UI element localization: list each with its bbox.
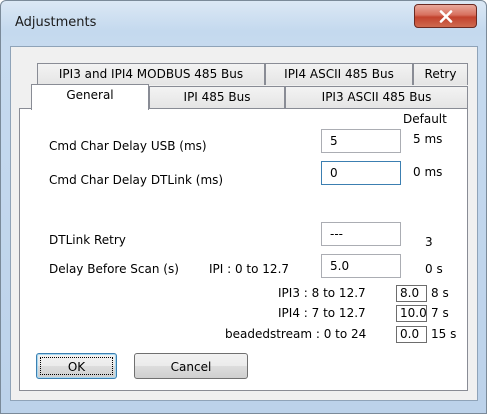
tab-retry[interactable]: Retry <box>413 63 468 85</box>
ipi4-delay-input[interactable]: 10.0 <box>396 305 427 322</box>
dtlink-retry-label: DTLink Retry <box>49 233 126 247</box>
focus-rectangle <box>40 357 113 375</box>
close-icon <box>439 10 453 23</box>
window-title: Adjustments <box>15 15 97 30</box>
cancel-button[interactable]: Cancel <box>134 353 248 379</box>
beadedstream-delay-input[interactable]: 0.0 <box>396 326 427 343</box>
tab-ipi4-ascii-485-bus[interactable]: IPI4 ASCII 485 Bus <box>265 63 413 85</box>
cmd-char-delay-usb-input[interactable]: 5 <box>321 129 401 153</box>
delay-before-scan-ipi-input[interactable]: 5.0 <box>321 254 401 278</box>
delay-before-scan-ipi-default: 0 s <box>425 262 443 276</box>
dtlink-retry-default: 3 <box>425 235 433 249</box>
delay-before-scan-label: Delay Before Scan (s) <box>49 262 179 276</box>
tab-ipi-485-bus[interactable]: IPI 485 Bus <box>149 86 285 108</box>
close-button[interactable] <box>414 4 477 28</box>
delay-before-scan-ipi-range: IPI : 0 to 12.7 <box>209 262 290 276</box>
tab-ipi3-ascii-485-bus[interactable]: IPI3 ASCII 485 Bus <box>285 86 468 108</box>
ok-button[interactable]: OK <box>36 353 117 379</box>
ipi3-range-label: IPI3 : 8 to 12.7 <box>278 286 366 300</box>
ipi4-range-label: IPI4 : 7 to 12.7 <box>278 306 366 320</box>
cmd-char-delay-dtlink-default: 0 ms <box>413 165 443 179</box>
adjustments-dialog: Adjustments IPI3 and IPI4 MODBUS 485 Bus… <box>0 0 487 414</box>
cmd-char-delay-dtlink-label: Cmd Char Delay DTLink (ms) <box>49 173 224 187</box>
cmd-char-delay-usb-default: 5 ms <box>413 132 443 146</box>
beadedstream-range-label: beadedstream : 0 to 24 <box>225 327 367 341</box>
ipi3-delay-input[interactable]: 8.0 <box>396 285 427 302</box>
general-tab-panel: Default Cmd Char Delay USB (ms) 5 5 ms C… <box>19 108 468 391</box>
tab-ipi3-ipi4-modbus-485-bus[interactable]: IPI3 and IPI4 MODBUS 485 Bus <box>37 63 265 85</box>
cmd-char-delay-dtlink-input[interactable]: 0 <box>321 161 401 185</box>
cmd-char-delay-usb-label: Cmd Char Delay USB (ms) <box>49 139 207 153</box>
tab-general[interactable]: General <box>31 84 149 110</box>
default-column-header: Default <box>403 112 447 126</box>
beadedstream-delay-default: 15 s <box>431 327 457 341</box>
ipi4-delay-default: 7 s <box>431 306 449 320</box>
dtlink-retry-input[interactable]: --- <box>321 222 401 246</box>
cancel-button-label: Cancel <box>170 360 212 374</box>
ipi3-delay-default: 8 s <box>431 286 449 300</box>
title-bar[interactable]: Adjustments <box>1 1 486 46</box>
